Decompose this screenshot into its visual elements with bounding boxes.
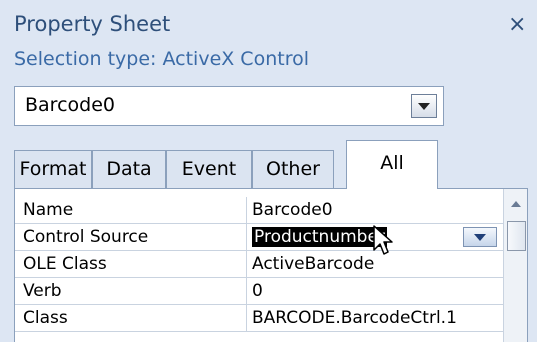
- mouse-pointer-icon: [373, 225, 393, 255]
- property-row-name[interactable]: Name Barcode0: [15, 197, 503, 224]
- chevron-down-icon: [418, 103, 430, 110]
- property-row-class[interactable]: Class BARCODE.BarcodeCtrl.1: [15, 305, 503, 332]
- tab-data[interactable]: Data: [92, 150, 166, 188]
- property-row-ole-class[interactable]: OLE Class ActiveBarcode: [15, 251, 503, 278]
- property-name: Verb: [15, 278, 247, 304]
- vertical-scrollbar[interactable]: [503, 189, 527, 342]
- chevron-down-icon: [474, 234, 486, 241]
- property-sheet-panel: Property Sheet × Selection type: ActiveX…: [0, 0, 537, 342]
- object-select-dropdown-button[interactable]: [411, 94, 437, 118]
- scroll-up-icon[interactable]: [511, 201, 521, 207]
- property-value[interactable]: BARCODE.BarcodeCtrl.1: [248, 305, 503, 331]
- tab-event[interactable]: Event: [166, 150, 252, 188]
- property-name: OLE Class: [15, 251, 247, 277]
- object-select-value: Barcode0: [25, 94, 115, 116]
- panel-title: Property Sheet: [14, 12, 171, 36]
- property-name: Class: [15, 305, 247, 331]
- control-source-dropdown-button[interactable]: [463, 227, 497, 247]
- property-value[interactable]: Barcode0: [248, 197, 503, 223]
- property-name: Name: [15, 197, 247, 223]
- property-value[interactable]: 0: [248, 278, 503, 304]
- close-icon[interactable]: ×: [508, 14, 526, 36]
- selected-value-text: Productnumber: [252, 227, 387, 247]
- property-tabs: Format Data Event Other All: [14, 140, 534, 189]
- property-row-verb[interactable]: Verb 0: [15, 278, 503, 305]
- property-name: Control Source: [15, 224, 247, 250]
- tab-all[interactable]: All: [346, 140, 438, 189]
- property-grid: Name Barcode0 Control Source Productnumb…: [14, 188, 528, 342]
- scrollbar-thumb[interactable]: [507, 221, 526, 251]
- selection-type-label: Selection type: ActiveX Control: [14, 48, 309, 70]
- property-row-control-source[interactable]: Control Source Productnumber: [15, 224, 503, 251]
- tab-format[interactable]: Format: [14, 150, 92, 188]
- tab-other[interactable]: Other: [252, 150, 334, 188]
- object-select-dropdown[interactable]: Barcode0: [14, 86, 444, 126]
